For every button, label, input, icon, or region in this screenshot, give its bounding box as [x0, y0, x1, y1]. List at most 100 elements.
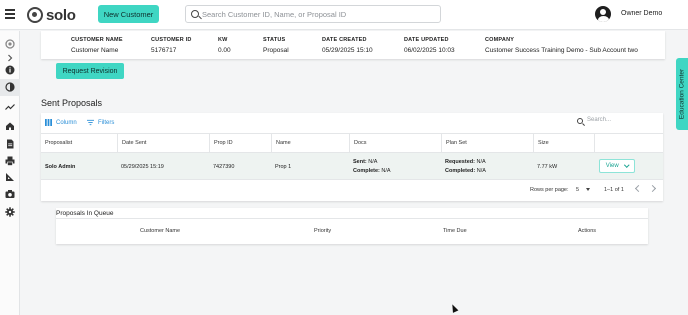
columns-label: Column	[56, 119, 77, 126]
sent-proposals-table: Column Filters Search... Proposalist Dat…	[41, 113, 663, 201]
plan-completed-label: Completed:	[445, 168, 476, 174]
pagination-range: 1–1 of 1	[604, 187, 624, 193]
header-prop-id[interactable]: Prop ID	[209, 134, 233, 153]
mouse-cursor-icon	[449, 303, 459, 313]
company-value: Customer Success Training Demo - Sub Acc…	[485, 47, 638, 54]
kw-value: 0.00	[218, 47, 231, 54]
company-column: COMPANY Customer Success Training Demo -…	[485, 37, 638, 54]
docs-sent: Sent: N/A	[353, 159, 391, 165]
info-icon[interactable]	[4, 64, 16, 76]
column-header: DATE CREATED	[322, 37, 367, 43]
education-center-tab[interactable]: Education Center	[676, 58, 688, 130]
new-customer-button[interactable]: New Customer	[98, 5, 159, 23]
column-header: DATE UPDATED	[404, 37, 449, 43]
view-button[interactable]: View	[599, 159, 635, 173]
column-header: STATUS	[263, 37, 286, 43]
cell-docs: Sent: N/A Complete: N/A	[349, 153, 391, 180]
table-search[interactable]: Search...	[577, 117, 657, 127]
cell-plan-set: Requested: N/A Completed: N/A	[441, 153, 486, 180]
solo-logo-icon[interactable]	[4, 38, 16, 50]
header-docs[interactable]: Docs	[349, 134, 367, 153]
header-size[interactable]: Size	[533, 134, 549, 153]
table-search-placeholder: Search...	[587, 117, 612, 123]
queue-header-priority[interactable]: Priority	[314, 228, 331, 234]
cell-proposalist: Solo Admin	[41, 153, 75, 180]
sidebar	[0, 31, 20, 315]
columns-button[interactable]: Column	[45, 119, 77, 126]
column-header: COMPANY	[485, 37, 515, 43]
date-updated-value: 06/02/2025 10:03	[404, 47, 455, 54]
dropdown-arrow-icon[interactable]	[586, 188, 590, 191]
queue-header-time-due[interactable]: Time Due	[443, 228, 467, 234]
cell-size: 7.77 kW	[537, 163, 558, 170]
column-header: CUSTOMER NAME	[71, 37, 123, 43]
search-box[interactable]	[185, 5, 441, 23]
view-label: View	[605, 163, 619, 169]
header-proposalist[interactable]: Proposalist	[41, 134, 72, 153]
search-icon	[191, 10, 199, 18]
next-page-icon[interactable]	[648, 184, 657, 193]
header-date-sent[interactable]: Date Sent	[117, 134, 146, 153]
docs-complete-label: Complete:	[353, 168, 380, 174]
customer-name-value: Customer Name	[71, 47, 119, 54]
trend-icon[interactable]	[4, 101, 16, 113]
home-icon[interactable]	[4, 120, 16, 132]
filters-label: Filters	[98, 119, 115, 126]
cell-prop-id: 7427390	[213, 163, 235, 170]
date-created-column: DATE CREATED 05/29/2025 15:10	[322, 37, 373, 54]
plan-completed-value: N/A	[476, 168, 486, 174]
prev-page-icon[interactable]	[634, 184, 643, 193]
search-icon	[577, 118, 583, 124]
logo[interactable]: solo	[27, 6, 76, 24]
date-created-value: 05/29/2025 15:10	[322, 47, 373, 54]
cell-name: Prop 1	[275, 163, 292, 170]
search-input[interactable]	[202, 8, 432, 21]
docs-complete: Complete: N/A	[353, 168, 391, 174]
user-name[interactable]: Owner Demo	[621, 10, 662, 17]
plan-requested-label: Requested:	[445, 159, 475, 165]
filter-icon	[87, 119, 94, 126]
customer-info-card: CUSTOMER NAME Customer Name CUSTOMER ID …	[41, 31, 665, 59]
queue-header-customer-name[interactable]: Customer Name	[140, 228, 180, 234]
table-header: Proposalist Date Sent Prop ID Name Docs …	[41, 133, 663, 153]
plan-requested: Requested: N/A	[445, 159, 486, 165]
kw-column: KW 0.00	[218, 37, 231, 54]
docs-sent-value: N/A	[368, 159, 378, 165]
sent-proposals-title: Sent Proposals	[41, 98, 103, 108]
docs-complete-value: N/A	[381, 168, 391, 174]
chevron-down-icon	[623, 162, 629, 168]
customer-name-column: CUSTOMER NAME Customer Name	[71, 37, 123, 54]
proposalist-value: Solo Admin	[45, 163, 76, 170]
chevron-right-icon[interactable]	[4, 52, 16, 64]
avatar[interactable]	[595, 6, 611, 22]
rows-per-page-select[interactable]: 5	[576, 187, 579, 193]
columns-icon	[45, 119, 52, 126]
customer-id-column: CUSTOMER ID 5176717	[151, 37, 192, 54]
header-name[interactable]: Name	[271, 134, 291, 153]
proposals-queue-card: Proposals In Queue Customer Name Priorit…	[56, 208, 648, 244]
plan-requested-value: N/A	[476, 159, 486, 165]
print-icon[interactable]	[4, 155, 16, 167]
header-plan-set[interactable]: Plan Set	[441, 134, 467, 153]
plan-completed: Completed: N/A	[445, 168, 486, 174]
gear-icon[interactable]	[4, 206, 16, 218]
docs-sent-label: Sent:	[353, 159, 367, 165]
header-actions	[594, 134, 599, 153]
queue-header-actions: Actions	[578, 228, 597, 234]
date-updated-column: DATE UPDATED 06/02/2025 10:03	[404, 37, 455, 54]
camera-icon[interactable]	[4, 188, 16, 200]
queue-title: Proposals In Queue	[56, 210, 114, 217]
ruler-icon[interactable]	[4, 171, 16, 183]
logo-icon	[27, 7, 43, 23]
document-icon[interactable]	[4, 138, 16, 150]
cell-date-sent: 05/29/2025 15:19	[121, 163, 164, 170]
filters-button[interactable]: Filters	[87, 119, 114, 126]
logo-text: solo	[46, 6, 76, 24]
request-revision-button[interactable]: Request Revision	[56, 63, 124, 79]
table-row[interactable]: Solo Admin 05/29/2025 15:19 7427390 Prop…	[41, 153, 663, 180]
top-bar: solo New Customer Owner Demo	[0, 0, 688, 30]
contrast-icon[interactable]	[4, 81, 16, 93]
customer-id-value: 5176717	[151, 47, 177, 54]
hamburger-menu-icon[interactable]	[5, 9, 15, 19]
divider	[56, 218, 648, 219]
